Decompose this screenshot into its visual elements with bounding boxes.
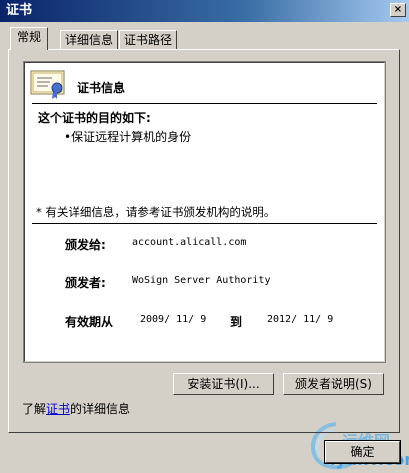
window-title: 证书	[6, 3, 33, 18]
tab-general[interactable]: 常规	[10, 27, 49, 50]
tab-details-label: 详细信息	[65, 33, 114, 47]
tab-general-label: 常规	[17, 30, 42, 44]
close-icon: ×	[393, 4, 403, 15]
tab-panel	[8, 49, 400, 433]
tab-certification-path-label: 证书路径	[124, 33, 173, 47]
tab-certification-path[interactable]: 证书路径	[119, 30, 178, 50]
ok-label: 确定	[350, 445, 375, 459]
tab-details[interactable]: 详细信息	[60, 30, 119, 50]
close-button[interactable]: ×	[390, 3, 406, 17]
title-bar: 证书 ×	[0, 0, 409, 22]
ok-button[interactable]: 确定	[324, 440, 401, 464]
